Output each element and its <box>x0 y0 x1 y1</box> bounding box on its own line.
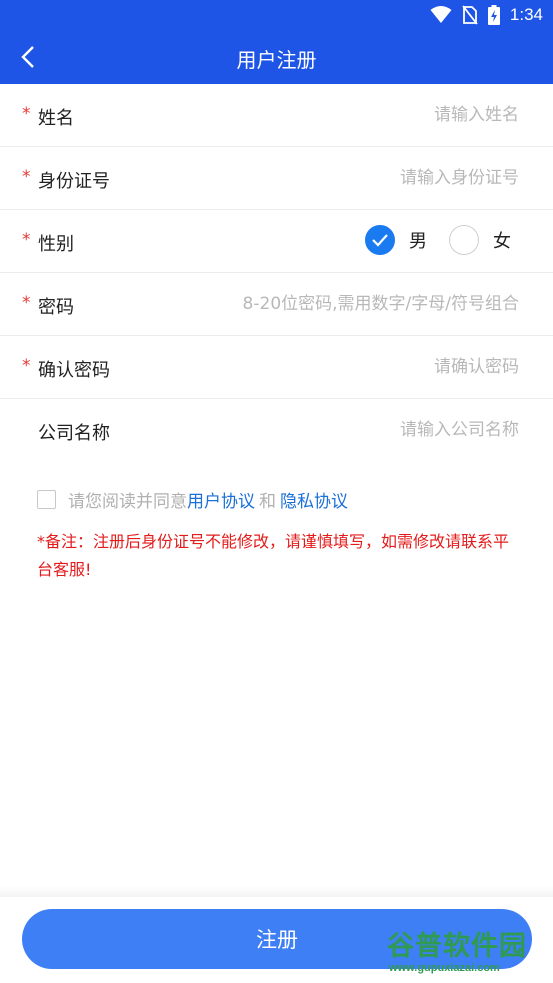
radio-checked-icon[interactable] <box>365 225 395 255</box>
battery-charging-icon <box>487 5 500 25</box>
radio-unchecked-icon[interactable] <box>449 225 479 255</box>
status-time: 1:34 <box>509 5 543 24</box>
agreement-conjunction: 和 <box>259 492 276 512</box>
company-row: 公司名称 <box>0 399 553 462</box>
confirm-password-row: * 确认密码 <box>0 336 553 399</box>
page-title: 用户注册 <box>236 50 317 72</box>
required-mark: * <box>22 230 31 250</box>
app-bar: 用户注册 <box>0 30 553 84</box>
agreement-checkbox[interactable] <box>37 490 56 509</box>
watermark-brand: 谷普软件园 <box>387 931 527 962</box>
bottom-bar-shadow <box>0 885 553 897</box>
id-number-label: 身份证号 <box>38 171 110 192</box>
company-input[interactable] <box>219 415 519 445</box>
required-mark: * <box>22 104 31 124</box>
confirm-password-input[interactable] <box>219 352 519 382</box>
password-row: * 密码 <box>0 273 553 336</box>
confirm-password-label: 确认密码 <box>38 360 110 381</box>
required-mark: * <box>22 293 31 313</box>
agreement-prefix: 请您阅读并同意 <box>68 492 187 512</box>
password-label: 密码 <box>38 297 74 318</box>
required-mark: * <box>22 167 31 187</box>
user-agreement-link[interactable]: 用户协议 <box>187 487 255 512</box>
watermark: 谷普软件园 www.gupuxiazai.com <box>387 924 551 981</box>
gender-female-label: 女 <box>493 231 511 252</box>
gender-option-male[interactable]: 男 <box>365 225 427 255</box>
gender-label: 性别 <box>38 234 74 255</box>
gender-row: * 性别 男 女 <box>0 210 553 273</box>
company-label: 公司名称 <box>38 423 110 444</box>
id-number-row: * 身份证号 <box>0 147 553 210</box>
gender-selector: 男 女 <box>365 225 511 255</box>
wifi-icon <box>430 6 452 23</box>
status-bar: 1:34 <box>0 0 553 30</box>
required-mark: * <box>22 356 31 376</box>
note-text: *备注：注册后身份证号不能修改，请谨慎填写，如需修改请联系平台客服! <box>37 532 510 579</box>
privacy-agreement-link[interactable]: 隐私协议 <box>280 487 348 512</box>
name-label: 姓名 <box>38 108 74 129</box>
id-number-input[interactable] <box>219 163 519 193</box>
name-row: * 姓名 <box>0 84 553 147</box>
status-icons: 1:34 <box>430 5 543 25</box>
registration-form: * 姓名 * 身份证号 * 性别 男 女 * 密码 * 确认密码 <box>0 84 553 462</box>
no-sim-icon <box>462 5 478 25</box>
gender-option-female[interactable]: 女 <box>449 225 511 255</box>
gender-male-label: 男 <box>409 231 427 252</box>
name-input[interactable] <box>219 100 519 130</box>
password-input[interactable] <box>219 289 519 319</box>
watermark-url: www.gupuxiazai.com <box>389 962 500 974</box>
agreement: 请您阅读并同意 用户协议 和 隐私协议 <box>37 487 348 512</box>
